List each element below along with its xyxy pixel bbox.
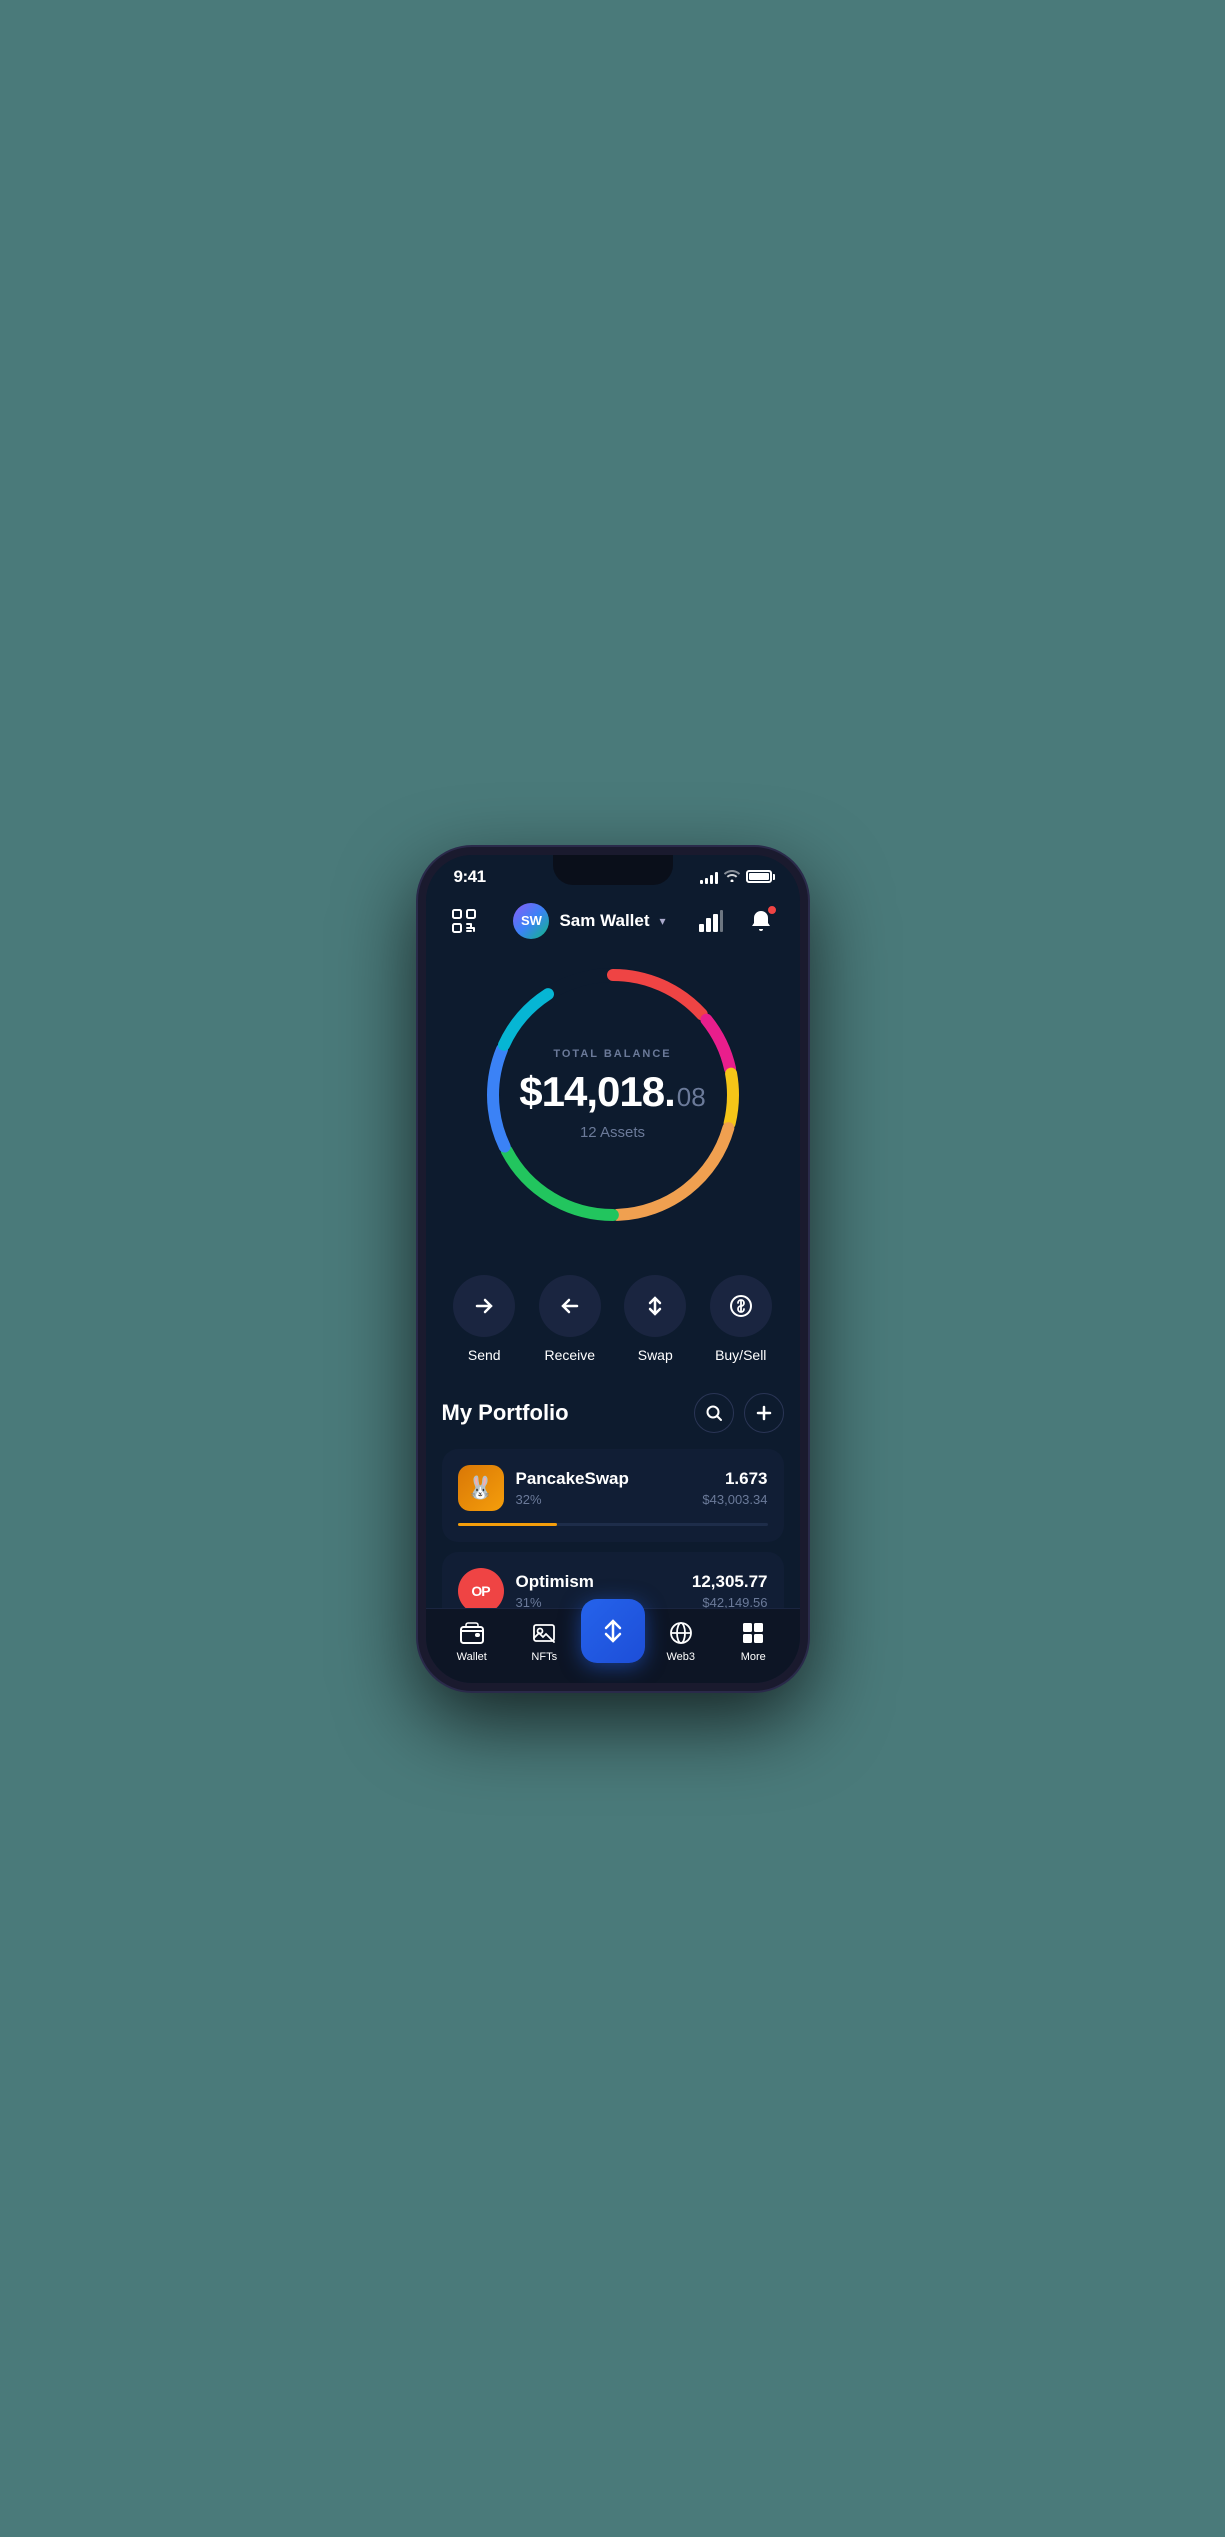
portfolio-header: My Portfolio <box>442 1393 784 1433</box>
portfolio-actions <box>694 1393 784 1433</box>
center-action-button[interactable] <box>581 1599 645 1663</box>
app-header: SW Sam Wallet ▾ <box>426 895 800 955</box>
balance-section: TOTAL BALANCE $14,018. 08 12 Assets <box>426 955 800 1255</box>
pancakeswap-usd: $43,003.34 <box>702 1492 767 1507</box>
bell-icon[interactable] <box>743 903 779 939</box>
status-time: 9:41 <box>454 867 486 887</box>
send-icon <box>453 1275 515 1337</box>
receive-button[interactable]: Receive <box>539 1275 601 1363</box>
balance-label: TOTAL BALANCE <box>519 1048 705 1060</box>
portfolio-add-button[interactable] <box>744 1393 784 1433</box>
optimism-values: 12,305.77 $42,149.56 <box>692 1572 768 1610</box>
nfts-nav-label: NFTs <box>531 1651 557 1663</box>
phone-frame: 9:41 <box>418 847 808 1691</box>
notification-badge <box>767 905 777 915</box>
optimism-name: Optimism <box>516 1572 680 1592</box>
phone-screen: 9:41 <box>426 855 800 1683</box>
scan-button[interactable] <box>446 903 486 939</box>
pancakeswap-info: PancakeSwap 32% <box>516 1469 691 1507</box>
pancakeswap-values: 1.673 $43,003.34 <box>702 1469 767 1507</box>
wifi-icon <box>724 869 740 885</box>
optimism-amount: 12,305.77 <box>692 1572 768 1592</box>
buysell-icon <box>710 1275 772 1337</box>
pancakeswap-percentage: 32% <box>516 1492 691 1507</box>
portfolio-title: My Portfolio <box>442 1400 569 1426</box>
send-label: Send <box>468 1347 501 1363</box>
buysell-button[interactable]: Buy/Sell <box>710 1275 772 1363</box>
wallet-selector[interactable]: SW Sam Wallet ▾ <box>513 903 665 939</box>
signal-icon <box>700 870 718 884</box>
more-icon <box>739 1619 767 1647</box>
pancakeswap-bar-container <box>458 1523 768 1526</box>
battery-icon <box>746 870 772 883</box>
receive-label: Receive <box>544 1347 595 1363</box>
nfts-icon <box>530 1619 558 1647</box>
notch <box>553 855 673 885</box>
balance-main: $14,018. <box>519 1068 675 1116</box>
scan-icon <box>446 903 482 939</box>
swap-button[interactable]: Swap <box>624 1275 686 1363</box>
pancakeswap-name: PancakeSwap <box>516 1469 691 1489</box>
receive-icon <box>539 1275 601 1337</box>
buysell-label: Buy/Sell <box>715 1347 766 1363</box>
donut-chart: TOTAL BALANCE $14,018. 08 12 Assets <box>473 955 753 1235</box>
balance-amount: $14,018. 08 <box>519 1068 705 1116</box>
swap-label: Swap <box>638 1347 673 1363</box>
swap-icon <box>624 1275 686 1337</box>
header-actions <box>693 903 779 939</box>
pancakeswap-bar <box>458 1523 557 1526</box>
balance-cents: 08 <box>677 1082 706 1113</box>
wallet-name: Sam Wallet <box>559 911 649 931</box>
more-nav-label: More <box>741 1651 766 1663</box>
asset-count: 12 Assets <box>519 1124 705 1141</box>
web3-nav-label: Web3 <box>666 1651 695 1663</box>
chart-icon[interactable] <box>693 903 729 939</box>
nav-wallet[interactable]: Wallet <box>436 1619 509 1663</box>
status-icons <box>700 869 772 885</box>
asset-card-pancakeswap[interactable]: 🐰 PancakeSwap 32% 1.673 $43,003.34 <box>442 1449 784 1542</box>
chevron-down-icon: ▾ <box>660 914 666 928</box>
balance-info: TOTAL BALANCE $14,018. 08 12 Assets <box>519 1048 705 1141</box>
nav-nfts[interactable]: NFTs <box>508 1619 581 1663</box>
center-action-icon <box>599 1617 627 1645</box>
nav-more[interactable]: More <box>717 1619 790 1663</box>
action-buttons: Send Receive Swap <box>426 1255 800 1393</box>
bottom-nav: Wallet NFTs <box>426 1608 800 1683</box>
wallet-icon <box>458 1619 486 1647</box>
web3-icon <box>667 1619 695 1647</box>
send-button[interactable]: Send <box>453 1275 515 1363</box>
avatar: SW <box>513 903 549 939</box>
wallet-nav-label: Wallet <box>457 1651 487 1663</box>
pancakeswap-amount: 1.673 <box>702 1469 767 1489</box>
portfolio-search-button[interactable] <box>694 1393 734 1433</box>
pancakeswap-logo: 🐰 <box>458 1465 504 1511</box>
nav-web3[interactable]: Web3 <box>645 1619 718 1663</box>
